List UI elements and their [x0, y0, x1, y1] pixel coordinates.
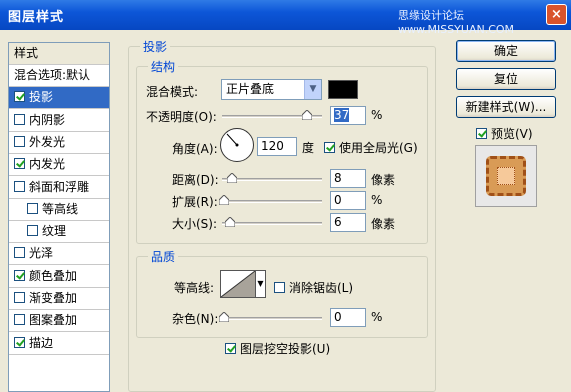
- style-list-item-label: 渐变叠加: [29, 291, 78, 305]
- angle-label: 角度(A):: [172, 142, 218, 156]
- style-list-item-label: 图案叠加: [29, 313, 78, 328]
- contour-dropdown-button[interactable]: ▼: [256, 270, 266, 298]
- style-list-item-label: 内发光: [29, 157, 66, 172]
- contour-preview[interactable]: [220, 270, 256, 298]
- noise-input[interactable]: 0: [330, 308, 366, 327]
- checkbox-checked-icon: [324, 142, 335, 153]
- style-list-item-label: 描边: [29, 335, 54, 350]
- checkbox-unchecked-icon[interactable]: [14, 113, 25, 125]
- contour-curve-icon: [220, 270, 256, 298]
- style-list-item-label: 投影: [29, 90, 54, 105]
- opacity-input[interactable]: 37: [330, 106, 366, 125]
- chevron-down-icon: ▼: [304, 80, 321, 99]
- close-button[interactable]: ×: [546, 4, 567, 25]
- style-list-item[interactable]: 图案叠加: [9, 310, 109, 333]
- distance-input[interactable]: 8: [330, 169, 366, 188]
- checkbox-unchecked-icon[interactable]: [14, 292, 25, 303]
- window-title: 图层样式: [8, 10, 65, 25]
- spread-input[interactable]: 0: [330, 191, 366, 210]
- shadow-color-swatch[interactable]: [328, 80, 358, 99]
- style-list-header: 样式: [9, 43, 109, 65]
- style-list-item-label: 光泽: [29, 246, 54, 261]
- distance-slider[interactable]: [222, 178, 322, 181]
- angle-dial[interactable]: [220, 128, 254, 162]
- size-slider-thumb[interactable]: [225, 217, 235, 227]
- knockout-checkbox[interactable]: 图层挖空投影(U): [225, 340, 330, 357]
- opacity-label: 不透明度(O):: [146, 110, 217, 124]
- title-bar: 图层样式 思缘设计论坛 www.MISSYUAN.COM ×: [0, 0, 571, 36]
- style-list-item[interactable]: 投影: [9, 87, 109, 110]
- noise-unit: %: [371, 310, 383, 324]
- style-list: 样式 混合选项:默认投影内阴影外发光内发光斜面和浮雕等高线纹理光泽颜色叠加渐变叠…: [8, 42, 110, 392]
- noise-slider[interactable]: [222, 317, 322, 320]
- blend-mode-select[interactable]: 正片叠底 ▼: [221, 79, 322, 100]
- style-list-item-label: 斜面和浮雕: [29, 179, 90, 194]
- style-list-item[interactable]: 内阴影: [9, 110, 109, 132]
- checkbox-unchecked-icon: [274, 282, 285, 293]
- style-list-item-label: 外发光: [29, 134, 66, 149]
- style-list-item-label: 等高线: [42, 201, 79, 216]
- spread-label: 扩展(R):: [172, 195, 218, 209]
- style-list-item-label: 混合选项:默认: [14, 68, 91, 82]
- checkbox-unchecked-icon[interactable]: [14, 135, 25, 147]
- spread-unit: %: [371, 193, 383, 207]
- spread-slider-thumb[interactable]: [219, 195, 229, 205]
- style-list-item-label: 颜色叠加: [29, 268, 78, 283]
- checkbox-unchecked-icon[interactable]: [27, 225, 38, 237]
- size-slider[interactable]: [222, 222, 322, 225]
- ok-button[interactable]: 确定: [456, 40, 556, 62]
- global-light-checkbox[interactable]: 使用全局光(G): [324, 139, 418, 156]
- size-label: 大小(S):: [172, 217, 218, 231]
- style-list-item[interactable]: 颜色叠加: [9, 266, 109, 288]
- checkbox-checked-icon[interactable]: [14, 91, 25, 103]
- angle-dial-needle: [226, 133, 239, 147]
- distance-unit: 像素: [371, 173, 396, 187]
- checkbox-checked-icon: [225, 343, 236, 354]
- distance-label: 距离(D):: [172, 173, 219, 187]
- new-style-button[interactable]: 新建样式(W)...: [456, 96, 556, 118]
- style-list-item[interactable]: 渐变叠加: [9, 288, 109, 310]
- quality-title: 品质: [148, 248, 179, 265]
- style-list-item[interactable]: 纹理: [9, 221, 109, 244]
- checkbox-unchecked-icon[interactable]: [14, 314, 25, 326]
- structure-title: 结构: [148, 58, 179, 75]
- checkbox-unchecked-icon[interactable]: [27, 202, 38, 214]
- checkbox-checked-icon: [476, 128, 487, 139]
- style-list-item-label: 纹理: [42, 224, 67, 239]
- checkbox-unchecked-icon[interactable]: [14, 180, 25, 192]
- style-list-item[interactable]: 内发光: [9, 154, 109, 177]
- checkbox-checked-icon[interactable]: [14, 158, 25, 170]
- contour-label: 等高线:: [174, 281, 215, 295]
- preview-tile-inner: [497, 167, 515, 185]
- reset-button[interactable]: 复位: [456, 68, 556, 90]
- drop-shadow-title: 投影: [140, 38, 171, 55]
- size-unit: 像素: [371, 217, 396, 231]
- distance-slider-thumb[interactable]: [227, 173, 237, 183]
- opacity-slider-thumb[interactable]: [302, 110, 312, 120]
- angle-input[interactable]: 120: [257, 137, 297, 156]
- checkbox-checked-icon[interactable]: [14, 336, 25, 348]
- preview-tile-image: [486, 156, 526, 196]
- checkbox-unchecked-icon[interactable]: [14, 247, 25, 259]
- style-list-item[interactable]: 斜面和浮雕: [9, 177, 109, 199]
- blend-mode-value: 正片叠底: [226, 82, 275, 96]
- caret-down-icon: ▼: [257, 279, 264, 288]
- angle-unit: 度: [302, 141, 315, 155]
- opacity-unit: %: [371, 108, 383, 122]
- style-list-item-label: 内阴影: [29, 112, 66, 127]
- spread-slider[interactable]: [222, 200, 322, 203]
- checkbox-checked-icon[interactable]: [14, 269, 25, 281]
- style-list-item[interactable]: 外发光: [9, 132, 109, 154]
- preview-checkbox[interactable]: 预览(V): [476, 125, 533, 142]
- noise-slider-thumb[interactable]: [219, 312, 229, 322]
- style-list-item[interactable]: 光泽: [9, 243, 109, 266]
- style-list-item[interactable]: 描边: [9, 333, 109, 355]
- style-list-item[interactable]: 等高线: [9, 199, 109, 221]
- blend-mode-label: 混合模式:: [146, 85, 199, 99]
- style-list-item[interactable]: 混合选项:默认: [9, 65, 109, 87]
- noise-label: 杂色(N):: [172, 312, 219, 326]
- anti-alias-checkbox[interactable]: 消除锯齿(L): [274, 279, 353, 296]
- style-preview-thumbnail: [475, 145, 537, 207]
- size-input[interactable]: 6: [330, 213, 366, 232]
